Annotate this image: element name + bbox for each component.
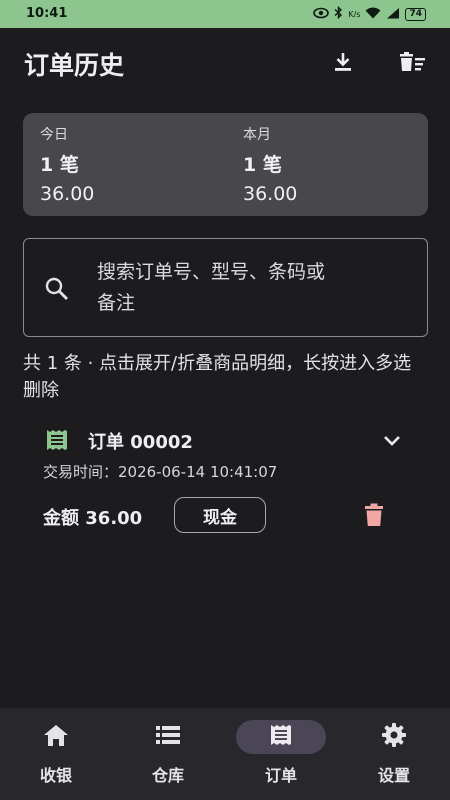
gear-icon	[381, 722, 407, 752]
month-amount: 36.00	[243, 183, 298, 205]
eye-icon	[313, 7, 330, 22]
today-label: 今日	[40, 127, 68, 143]
status-icons: K/s 74	[313, 5, 426, 22]
chevron-down-icon[interactable]	[379, 428, 405, 454]
bluetooth-icon	[334, 5, 343, 22]
app-bar: 订单历史	[0, 28, 450, 100]
nav-item-warehouse[interactable]: 仓库	[112, 708, 224, 800]
nav-label-settings: 设置	[377, 766, 410, 785]
status-time: 10:41	[26, 6, 68, 21]
list-icon	[155, 724, 181, 750]
month-count: 1 笔	[243, 154, 282, 176]
today-amount: 36.00	[40, 183, 95, 205]
order-item[interactable]: 订单 00002 交易时间：2026-06-14 10:41:07 金额 36.…	[23, 418, 428, 548]
status-bar: 10:41 K/s 74	[0, 0, 450, 28]
today-count: 1 笔	[40, 154, 79, 176]
payment-method-chip: 现金	[174, 497, 266, 533]
nav-item-orders[interactable]: 订单	[225, 708, 337, 800]
delete-sweep-icon	[397, 50, 427, 78]
export-button[interactable]	[323, 44, 363, 84]
receipt-icon	[45, 428, 69, 452]
wifi-icon	[365, 7, 381, 22]
battery-icon: 74	[405, 7, 426, 21]
nav-item-cashier[interactable]: 收银	[0, 708, 112, 800]
nav-label-warehouse: 仓库	[151, 766, 184, 785]
search-input[interactable]: 搜索订单号、型号、条码或备注	[23, 238, 428, 337]
order-time: 交易时间：2026-06-14 10:41:07	[43, 463, 278, 481]
nav-item-settings[interactable]: 设置	[338, 708, 450, 800]
month-summary: 本月 1 笔 36.00	[243, 124, 297, 205]
trash-icon	[365, 503, 383, 526]
order-title: 订单 00002	[88, 432, 193, 453]
nav-label-orders: 订单	[264, 766, 297, 785]
order-amount: 金额 36.00	[43, 508, 143, 529]
bottom-nav: 收银 仓库 订单 设置	[0, 708, 450, 800]
signal-icon	[386, 7, 400, 22]
search-icon	[44, 276, 70, 306]
home-icon	[43, 723, 69, 751]
download-icon	[331, 50, 355, 78]
search-placeholder: 搜索订单号、型号、条码或备注	[97, 261, 326, 314]
page-title: 订单历史	[24, 51, 125, 80]
today-summary: 今日 1 笔 36.00	[40, 124, 94, 205]
clear-history-button[interactable]	[392, 44, 432, 84]
receipt-icon	[269, 723, 293, 751]
nav-label-cashier: 收银	[39, 766, 72, 785]
list-hint: 共 1 条 · 点击展开/折叠商品明细，长按进入多选删除	[23, 353, 412, 401]
month-label: 本月	[243, 127, 271, 143]
network-speed-label: K/s	[348, 9, 361, 19]
summary-card: 今日 1 笔 36.00 本月 1 笔 36.00	[23, 113, 428, 216]
delete-order-button[interactable]	[359, 500, 389, 530]
